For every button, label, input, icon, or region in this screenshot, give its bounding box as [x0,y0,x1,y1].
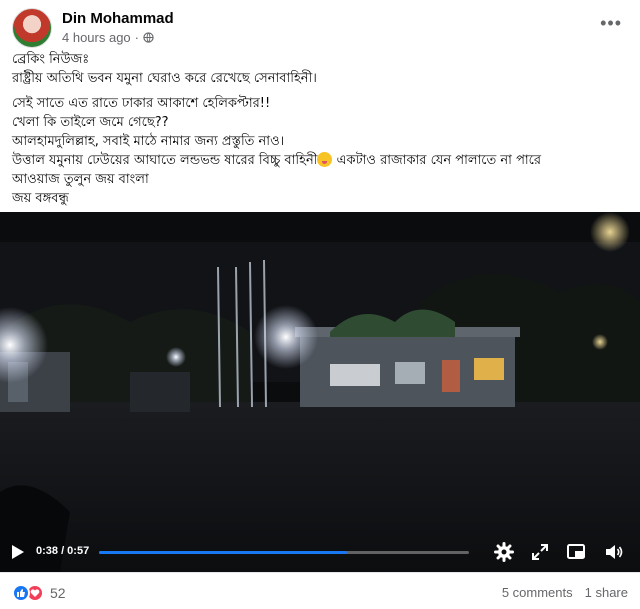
winking-tongue-emoji-icon [317,152,333,167]
fullscreen-icon[interactable] [530,542,550,562]
post-text: ব্রেকিং নিউজঃ রাষ্ট্রীয় অতিথি ভবন যমুনা… [12,50,622,214]
timestamp[interactable]: 4 hours ago [62,30,131,45]
text-line: আলহামদুলিল্লাহ, সবাই মাঠে নামার জন্য প্র… [12,134,285,149]
engagement-stats: 5 comments 1 share [502,585,628,600]
text-line: উত্তাল যমুনায় ঢেউয়ের আঘাতে লন্ডভন্ড ষা… [12,151,622,170]
post-meta: 4 hours ago · [62,30,154,45]
post-footer: 52 5 comments 1 share [0,572,640,609]
reaction-count: 52 [50,585,66,601]
play-icon[interactable] [11,544,25,560]
post-paragraph-2: সেই সাতে এত রাতে ঢাকার আকাশে হেলিকপ্টার!… [12,94,622,208]
text-line: ব্রেকিং নিউজঃ [12,52,90,67]
meta-separator: · [134,30,140,45]
text-line: সেই সাতে এত রাতে ঢাকার আকাশে হেলিকপ্টার!… [12,96,271,111]
video-frame [0,212,640,572]
like-reaction-icon [12,584,30,602]
post-header: Din Mohammad 4 hours ago · ••• [12,8,628,48]
video-player[interactable]: 0:38 / 0:57 [0,212,640,572]
more-options-icon[interactable]: ••• [600,14,622,32]
settings-gear-icon[interactable] [494,542,514,562]
globe-icon [143,32,154,43]
text-line: আওয়াজ তুলুন জয় বাংলা [12,172,149,187]
reactions-summary[interactable]: 52 [12,584,66,602]
shares-link[interactable]: 1 share [585,585,628,600]
avatar[interactable] [12,8,52,48]
video-progress-bar[interactable] [99,551,469,554]
text-line: জয় বঙ্গবন্ধু [12,191,69,206]
volume-icon[interactable] [604,542,624,562]
video-controls: 0:38 / 0:57 [0,532,640,572]
text-segment: একটাও রাজাকার যেন পালাতে না পারে [332,153,542,168]
video-progress-fill [99,551,347,554]
post-paragraph-1: ব্রেকিং নিউজঃ রাষ্ট্রীয় অতিথি ভবন যমুনা… [12,50,622,88]
text-segment: উত্তাল যমুনায় ঢেউয়ের আঘাতে লন্ডভন্ড ষা… [12,153,318,168]
video-time: 0:38 / 0:57 [36,545,90,557]
text-line: রাষ্ট্রীয় অতিথি ভবন যমুনা ঘেরাও করে রেখ… [12,71,317,86]
author-name[interactable]: Din Mohammad [62,10,174,27]
text-line: খেলা কি তাইলে জমে গেছে?? [12,115,169,130]
picture-in-picture-icon[interactable] [566,542,586,562]
comments-link[interactable]: 5 comments [502,585,573,600]
